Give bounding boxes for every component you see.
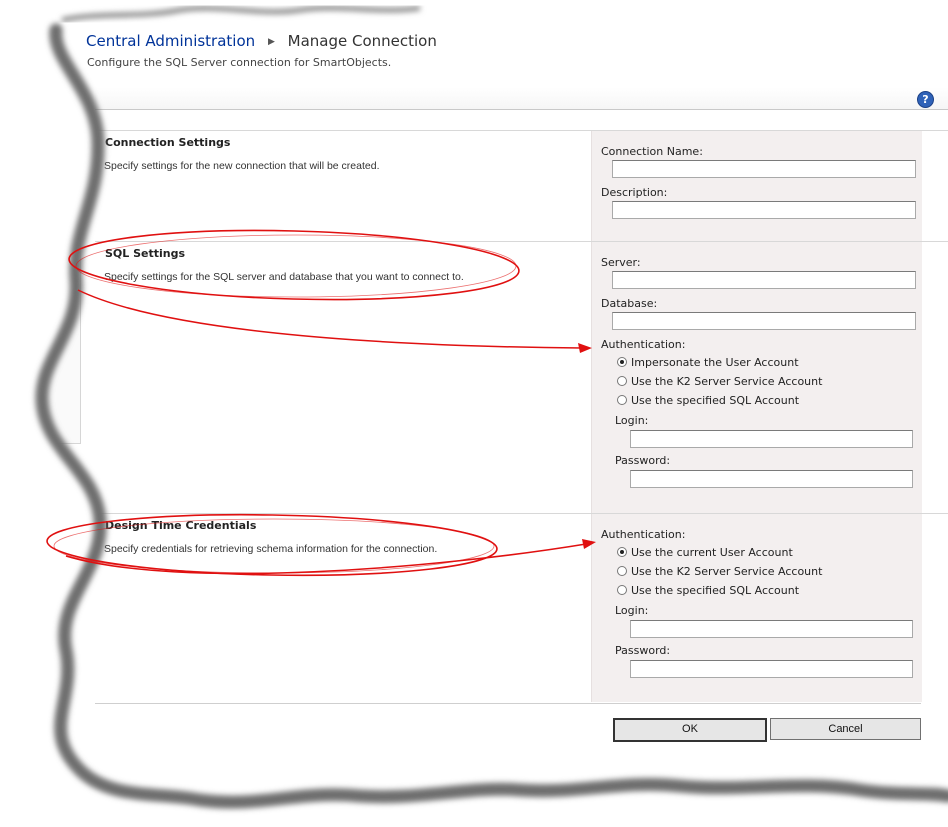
design-annotation-arrow (65, 543, 587, 575)
sql-settings-annotation-ellipse (68, 229, 520, 301)
sql-annotation-arrow (77, 289, 583, 349)
design-annotation-arrowhead (582, 539, 596, 549)
torn-edge-mask (0, 0, 948, 827)
torn-edge-shadow (35, 23, 948, 809)
sql-annotation-arrowhead (578, 343, 592, 353)
design-credentials-annotation-ellipse-inner (53, 518, 495, 574)
design-credentials-annotation-ellipse (46, 513, 498, 577)
annotation-overlay (0, 0, 948, 827)
